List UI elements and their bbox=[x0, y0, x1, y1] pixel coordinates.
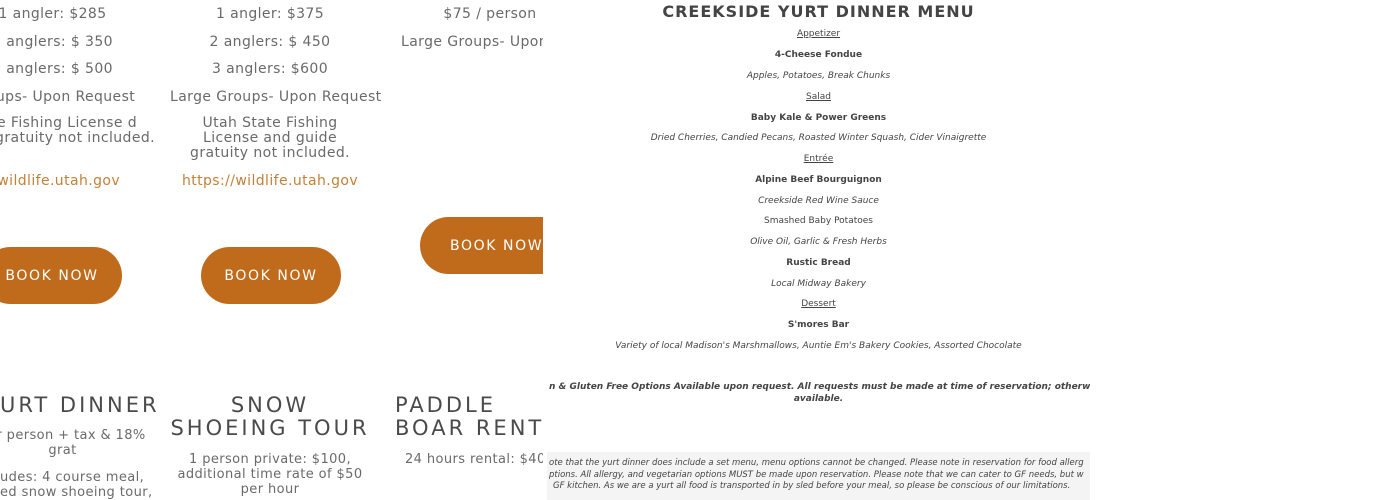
tour-includes-cont: ed snow shoeing tour, bbox=[0, 485, 153, 500]
book-now-label: BOOK NOW bbox=[450, 237, 543, 254]
book-now-button[interactable]: BOOK NOW bbox=[201, 247, 341, 304]
dish-name: 4-Cheese Fondue bbox=[774, 50, 863, 60]
tour-price: 24 hours rental: $40 pe bbox=[405, 452, 543, 467]
tour-title: SNOW SHOEING TOUR bbox=[170, 393, 370, 440]
wildlife-link[interactable]: ps://wildlife.utah.gov bbox=[0, 173, 140, 189]
tour-price: 1 person private: $100, additional time … bbox=[177, 452, 363, 497]
category-appetizer: Appetizer bbox=[796, 29, 841, 39]
dish-description: Creekside Red Wine Sauce bbox=[758, 196, 879, 206]
dish-description: Dried Cherries, Candied Pecans, Roasted … bbox=[650, 133, 987, 143]
book-now-label: BOOK NOW bbox=[5, 267, 99, 284]
side-description: Olive Oil, Garlic & Fresh Herbs bbox=[750, 237, 887, 247]
yurt-dinner-menu-pane: CREEKSIDE YURT DINNER MENU Appetizer 4-C… bbox=[547, 0, 1090, 500]
dish-name: S'mores Bar bbox=[787, 320, 850, 330]
tour-includes: udes: 4 course meal, bbox=[0, 470, 145, 485]
tour-title: URT DINNER bbox=[0, 393, 160, 417]
blank-area bbox=[1090, 0, 1400, 500]
price-1-angler: 1 angler: $375 bbox=[215, 6, 325, 22]
book-now-button[interactable]: BOOK NOW bbox=[0, 247, 122, 304]
groups-note: Large Groups- Upon Re bbox=[401, 34, 543, 50]
tour-title: PADDLE BOAR RENTAL bbox=[395, 393, 543, 440]
dish-name: Baby Kale & Power Greens bbox=[750, 113, 887, 123]
tour-price: per person + tax & 18% bbox=[0, 428, 146, 443]
book-now-button[interactable]: BOOK NOW bbox=[420, 217, 543, 274]
fine-print-line: GF kitchen. As we are a yurt all food is… bbox=[553, 481, 1071, 491]
tour-price-cont: grat bbox=[48, 443, 77, 458]
price-2-anglers: 2 anglers: $ 350 bbox=[0, 34, 113, 50]
wildlife-link[interactable]: https://wildlife.utah.gov bbox=[170, 173, 370, 189]
dish-name: Alpine Beef Bourguignon bbox=[755, 175, 882, 185]
dish-description: Variety of local Madison's Marshmallows,… bbox=[615, 341, 1022, 351]
license-note: State Fishing License d guide gratuity n… bbox=[0, 115, 155, 146]
price-3-anglers: 3 anglers: $ 500 bbox=[0, 61, 113, 77]
groups-note: Large Groups- Upon Request bbox=[170, 89, 382, 105]
fine-print-line: ptions. All allergy, and vegetarian opti… bbox=[549, 470, 1084, 480]
category-salad: Salad bbox=[806, 92, 831, 102]
tour-cards-pane: 1 angler: $285 2 anglers: $ 350 3 angler… bbox=[0, 0, 543, 500]
bread-description: Local Midway Bakery bbox=[771, 279, 866, 289]
book-now-label: BOOK NOW bbox=[224, 267, 318, 284]
price-2-anglers: 2 anglers: $ 450 bbox=[209, 34, 331, 50]
license-note: Utah State Fishing License and guide gra… bbox=[190, 115, 350, 161]
dietary-note-cont: available. bbox=[793, 394, 844, 404]
menu-title: CREEKSIDE YURT DINNER MENU bbox=[662, 2, 975, 21]
price-3-anglers: 3 anglers: $600 bbox=[211, 61, 329, 77]
category-entree: Entrée bbox=[803, 154, 834, 164]
category-dessert: Dessert bbox=[801, 299, 836, 309]
groups-note: Groups- Upon Request bbox=[0, 89, 136, 105]
dietary-note: n & Gluten Free Options Available upon r… bbox=[549, 382, 1090, 392]
fine-print-line: ote that the yurt dinner does include a … bbox=[549, 458, 1084, 468]
dish-description: Apples, Potatoes, Break Chunks bbox=[746, 71, 891, 81]
price-1-angler: 1 angler: $285 bbox=[0, 6, 107, 22]
price-per-person: $75 / person bbox=[443, 6, 537, 22]
side-name: Smashed Baby Potatoes bbox=[763, 216, 873, 226]
bread-name: Rustic Bread bbox=[786, 258, 851, 268]
